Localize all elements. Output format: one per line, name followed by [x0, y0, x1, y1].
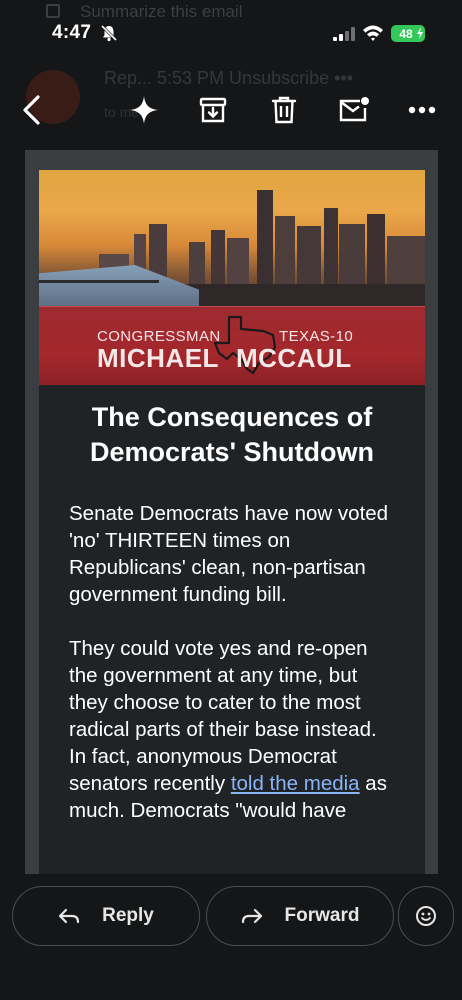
forward-label: Forward	[284, 905, 360, 926]
archive-button[interactable]	[195, 92, 231, 128]
reply-button[interactable]: Reply	[12, 886, 200, 946]
body-paragraph: They could vote yes and re-open the gove…	[69, 635, 399, 824]
reply-label: Reply	[102, 905, 154, 926]
wifi-icon	[363, 25, 383, 41]
skyline-building	[211, 230, 225, 286]
skyline-building	[257, 190, 273, 286]
battery-level: 48	[399, 26, 413, 41]
cellular-signal-icon	[333, 27, 355, 41]
gemini-button[interactable]	[126, 92, 162, 128]
forward-icon	[241, 908, 262, 924]
reply-icon	[59, 908, 80, 924]
trash-icon	[271, 96, 297, 124]
back-button[interactable]	[14, 92, 50, 128]
river	[39, 265, 199, 306]
email-toolbar	[0, 80, 462, 140]
skyline-building	[275, 216, 295, 286]
more-horiz-icon	[408, 106, 436, 114]
back-arrow-icon	[23, 95, 40, 125]
mark-unread-icon	[339, 97, 369, 122]
email-card: CONGRESSMAN TEXAS-10 MICHAEL MCCAUL The …	[39, 170, 425, 874]
archive-icon	[199, 97, 227, 123]
battery-indicator: 48	[391, 25, 425, 42]
skyline-building	[227, 238, 249, 286]
emoji-reaction-button[interactable]	[398, 886, 454, 946]
banner-first-name: MICHAEL	[97, 343, 219, 373]
banner-last-name: MCCAUL	[236, 343, 352, 373]
skyline-building	[297, 226, 321, 286]
austin-skyline-image	[39, 170, 425, 306]
forward-button[interactable]: Forward	[206, 886, 394, 946]
email-headline: The Consequences of Democrats' Shutdown	[90, 402, 374, 467]
told-the-media-link[interactable]: told the media	[231, 772, 360, 795]
charging-bolt-icon	[417, 27, 423, 39]
skyline-building	[339, 224, 365, 286]
skyline-building	[387, 236, 425, 286]
body-paragraph: Senate Democrats have now voted 'no' THI…	[69, 502, 389, 606]
screen: Summarize this email Rep... 5:53 PM Unsu…	[0, 0, 462, 1000]
smiley-icon	[416, 906, 436, 926]
bell-off-icon	[100, 24, 118, 42]
delete-button[interactable]	[266, 92, 302, 128]
email-content-frame: CONGRESSMAN TEXAS-10 MICHAEL MCCAUL The …	[25, 150, 438, 874]
mark-unread-button[interactable]	[336, 92, 372, 128]
bridge	[39, 280, 159, 283]
sparkle-icon	[130, 96, 158, 124]
congressman-banner: CONGRESSMAN TEXAS-10 MICHAEL MCCAUL	[39, 306, 425, 385]
email-body: Senate Democrats have now voted 'no' THI…	[69, 500, 399, 851]
skyline-building	[367, 214, 385, 286]
skyline-building	[324, 208, 338, 286]
bottom-action-bar: Reply Forward	[0, 874, 462, 1000]
status-bar: 4:47 48	[0, 0, 462, 62]
clock: 4:47	[52, 22, 92, 43]
more-options-button[interactable]	[404, 92, 440, 128]
skyline-building	[189, 242, 205, 286]
